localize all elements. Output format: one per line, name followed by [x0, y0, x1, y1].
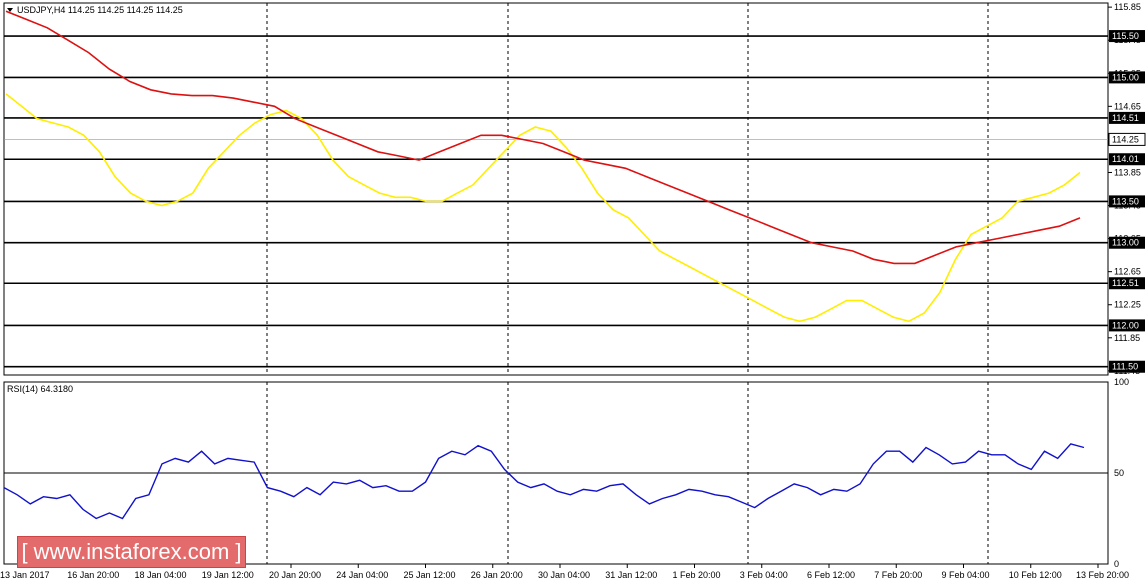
price-axis-tick-label: 115.85: [1114, 2, 1141, 12]
chart-area: 115.85115.45115.05114.65114.25113.85113.…: [0, 0, 1147, 585]
price-axis-tick-label: 112.65: [1114, 267, 1141, 277]
rsi-title: RSI(14) 64.3180: [7, 384, 73, 394]
time-axis-tick-label: 20 Jan 20:00: [269, 570, 321, 580]
rsi-axis-tick-label: 100: [1114, 377, 1129, 387]
time-axis-tick-label: 19 Jan 12:00: [202, 570, 254, 580]
level-label: 113.50: [1112, 196, 1139, 206]
time-axis-tick-label: 13 Jan 2017: [0, 570, 50, 580]
level-label: 114.01: [1112, 154, 1139, 164]
level-label: 115.00: [1112, 72, 1139, 82]
time-axis-tick-label: 3 Feb 04:00: [740, 570, 788, 580]
time-axis-tick-label: 1 Feb 20:00: [673, 570, 721, 580]
price-axis-tick-label: 112.25: [1114, 300, 1141, 310]
level-label: 113.00: [1112, 238, 1139, 248]
level-label: 112.51: [1112, 278, 1139, 288]
time-axis-tick-label: 30 Jan 04:00: [538, 570, 590, 580]
time-axis-tick-label: 6 Feb 12:00: [807, 570, 855, 580]
time-axis-tick-label: 25 Jan 12:00: [404, 570, 456, 580]
time-axis-tick-label: 10 Feb 12:00: [1009, 570, 1062, 580]
level-label: 115.50: [1112, 31, 1139, 41]
time-axis-tick-label: 7 Feb 20:00: [874, 570, 922, 580]
instaforex-watermark: [ www.instaforex.com ]: [17, 536, 246, 568]
time-axis-tick-label: 31 Jan 12:00: [605, 570, 657, 580]
moving-average-fast-line: [5, 93, 1081, 323]
time-axis-tick-label: 9 Feb 04:00: [942, 570, 990, 580]
price-panel-frame: [3, 2, 1109, 376]
rsi-axis-tick-label: 0: [1114, 559, 1119, 569]
rsi-line: [3, 443, 1085, 520]
time-axis-tick-label: 26 Jan 20:00: [471, 570, 523, 580]
level-label: 111.50: [1112, 362, 1138, 372]
price-chart: 115.85115.45115.05114.65114.25113.85113.…: [0, 2, 1146, 580]
time-axis-tick-label: 24 Jan 04:00: [336, 570, 388, 580]
level-label: 114.51: [1112, 113, 1139, 123]
chart-title: USDJPY,H4 114.25 114.25 114.25 114.25: [17, 5, 183, 15]
rsi-axis-tick-label: 50: [1114, 468, 1124, 478]
time-axis-tick-label: 16 Jan 20:00: [67, 570, 119, 580]
level-label: 112.00: [1112, 320, 1139, 330]
time-axis-tick-label: 18 Jan 04:00: [135, 570, 187, 580]
price-axis-tick-label: 113.85: [1114, 167, 1141, 177]
moving-average-slow-line: [5, 10, 1081, 265]
price-axis-tick-label: 114.65: [1114, 101, 1141, 111]
time-axis-tick-label: 13 Feb 20:00: [1076, 570, 1129, 580]
current-price-label: 114.25: [1112, 134, 1139, 144]
price-axis-tick-label: 111.85: [1114, 333, 1140, 343]
